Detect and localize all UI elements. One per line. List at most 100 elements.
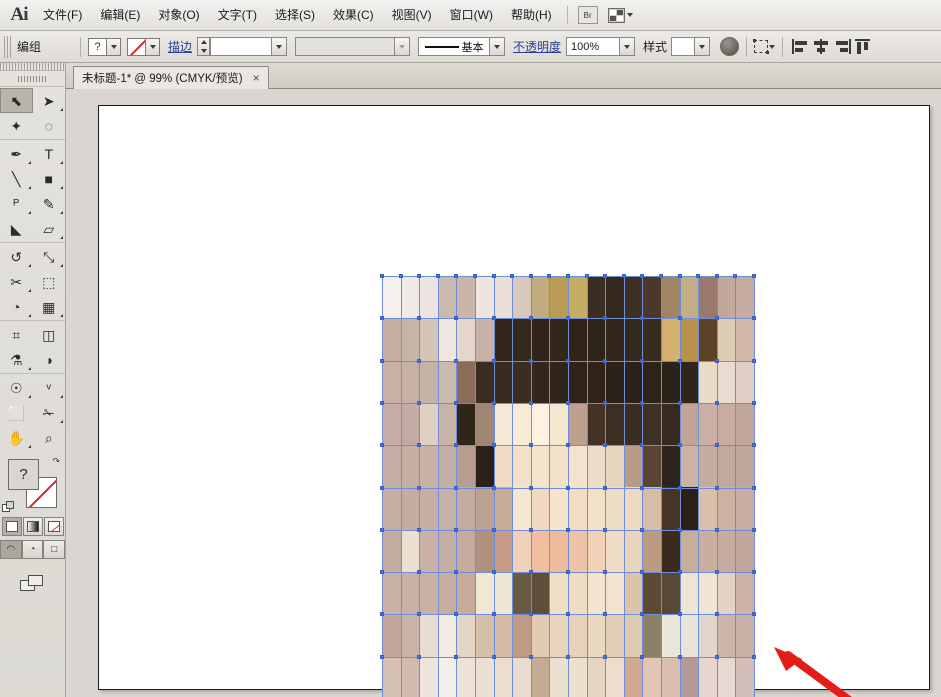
mosaic-cell[interactable] bbox=[660, 656, 680, 697]
mosaic-cell[interactable] bbox=[660, 572, 680, 615]
mosaic-cell[interactable] bbox=[586, 487, 606, 530]
mosaic-cell[interactable] bbox=[716, 487, 736, 530]
mosaic-cell[interactable] bbox=[716, 656, 736, 697]
fill-color-box[interactable]: ? bbox=[8, 459, 39, 490]
mosaic-cell[interactable] bbox=[512, 487, 531, 530]
none-button[interactable] bbox=[43, 517, 64, 536]
normal-screen-mode-button[interactable]: ◠ bbox=[0, 540, 22, 559]
mosaic-cell[interactable] bbox=[400, 360, 420, 403]
mosaic-cell[interactable] bbox=[642, 487, 661, 530]
mosaic-cell[interactable] bbox=[419, 614, 438, 657]
mosaic-cell[interactable] bbox=[437, 402, 457, 446]
mosaic-cell[interactable] bbox=[660, 487, 680, 530]
menu-help[interactable]: 帮助(H) bbox=[502, 5, 561, 26]
mosaic-cell[interactable] bbox=[679, 487, 699, 530]
gradient-tool[interactable]: ◫ bbox=[33, 322, 66, 347]
mosaic-cell[interactable] bbox=[456, 614, 475, 657]
eraser-tool[interactable]: ▱ bbox=[33, 216, 66, 241]
mosaic-cell[interactable] bbox=[642, 360, 661, 403]
align-left-button[interactable] bbox=[790, 37, 811, 57]
menu-object[interactable]: 对象(O) bbox=[149, 5, 208, 26]
mosaic-cell[interactable] bbox=[400, 487, 420, 530]
mosaic-cell[interactable] bbox=[437, 360, 457, 403]
brush-definition-dropdown[interactable] bbox=[490, 37, 506, 56]
mosaic-cell[interactable] bbox=[456, 276, 475, 319]
mosaic-cell[interactable] bbox=[623, 572, 643, 615]
mosaic-cell[interactable] bbox=[698, 360, 717, 403]
mosaic-cell[interactable] bbox=[660, 318, 680, 361]
tools-panel-handle[interactable] bbox=[0, 71, 65, 86]
mosaic-cell[interactable] bbox=[400, 276, 420, 319]
mosaic-cell[interactable] bbox=[642, 614, 661, 657]
close-icon[interactable]: × bbox=[253, 71, 260, 85]
mosaic-cell[interactable] bbox=[474, 487, 494, 530]
mosaic-cell[interactable] bbox=[400, 318, 420, 361]
mosaic-cell[interactable] bbox=[716, 360, 736, 403]
mosaic-cell[interactable] bbox=[735, 572, 754, 615]
mosaic-cell[interactable] bbox=[735, 402, 754, 446]
fill-swatch[interactable]: ? bbox=[88, 37, 107, 56]
style-swatch[interactable] bbox=[671, 37, 696, 56]
mosaic-cell[interactable] bbox=[586, 276, 606, 319]
mosaic-cell[interactable] bbox=[493, 402, 513, 446]
mosaic-cell[interactable] bbox=[735, 656, 754, 697]
mosaic-cell[interactable] bbox=[567, 487, 587, 530]
mosaic-cell[interactable] bbox=[493, 360, 513, 403]
mosaic-cell[interactable] bbox=[735, 276, 754, 319]
mosaic-cell[interactable] bbox=[512, 572, 531, 615]
mosaic-cell[interactable] bbox=[698, 276, 717, 319]
document-tab[interactable]: 未标题-1* @ 99% (CMYK/预览) × bbox=[73, 66, 269, 89]
mosaic-cell[interactable] bbox=[623, 529, 643, 573]
mosaic-cell[interactable] bbox=[549, 360, 568, 403]
mosaic-artwork[interactable] bbox=[382, 276, 754, 697]
mosaic-cell[interactable] bbox=[605, 487, 624, 530]
perspective-grid-tool[interactable]: ▦ bbox=[33, 294, 66, 319]
mosaic-cell[interactable] bbox=[419, 656, 438, 697]
variable-width-profile[interactable] bbox=[295, 37, 396, 56]
mosaic-cell[interactable] bbox=[698, 318, 717, 361]
mosaic-cell[interactable] bbox=[567, 445, 587, 488]
mosaic-cell[interactable] bbox=[493, 276, 513, 319]
mosaic-cell[interactable] bbox=[474, 614, 494, 657]
mosaic-cell[interactable] bbox=[474, 529, 494, 573]
mosaic-cell[interactable] bbox=[605, 656, 624, 697]
mosaic-cell[interactable] bbox=[586, 360, 606, 403]
mosaic-cell[interactable] bbox=[530, 656, 550, 697]
mosaic-cell[interactable] bbox=[382, 445, 401, 488]
full-screen-mode-button[interactable]: □ bbox=[43, 540, 66, 559]
mosaic-cell[interactable] bbox=[679, 572, 699, 615]
mosaic-cell[interactable] bbox=[400, 614, 420, 657]
menu-effect[interactable]: 效果(C) bbox=[324, 5, 383, 26]
rotate-tool[interactable]: ↺ bbox=[0, 244, 33, 269]
mosaic-cell[interactable] bbox=[605, 360, 624, 403]
shape-builder-tool[interactable]: ◔ bbox=[0, 294, 33, 319]
menu-select[interactable]: 选择(S) bbox=[266, 5, 324, 26]
mosaic-cell[interactable] bbox=[549, 487, 568, 530]
mosaic-cell[interactable] bbox=[530, 529, 550, 573]
mosaic-cell[interactable] bbox=[605, 529, 624, 573]
style-dropdown[interactable] bbox=[695, 37, 711, 56]
mosaic-cell[interactable] bbox=[456, 656, 475, 697]
mosaic-cell[interactable] bbox=[605, 614, 624, 657]
mosaic-cell[interactable] bbox=[512, 318, 531, 361]
mosaic-cell[interactable] bbox=[382, 402, 401, 446]
mosaic-cell[interactable] bbox=[512, 529, 531, 573]
mosaic-cell[interactable] bbox=[419, 445, 438, 488]
mosaic-cell[interactable] bbox=[586, 572, 606, 615]
mosaic-cell[interactable] bbox=[474, 402, 494, 446]
mosaic-cell[interactable] bbox=[512, 656, 531, 697]
mosaic-cell[interactable] bbox=[642, 572, 661, 615]
mosaic-cell[interactable] bbox=[530, 614, 550, 657]
mosaic-cell[interactable] bbox=[698, 402, 717, 446]
mosaic-cell[interactable] bbox=[679, 614, 699, 657]
stroke-weight-stepper[interactable] bbox=[197, 37, 211, 56]
mosaic-cell[interactable] bbox=[456, 402, 475, 446]
mosaic-cell[interactable] bbox=[400, 656, 420, 697]
mosaic-cell[interactable] bbox=[698, 487, 717, 530]
rectangle-tool[interactable]: ■ bbox=[33, 166, 66, 191]
stroke-weight-input[interactable] bbox=[210, 37, 273, 56]
mosaic-cell[interactable] bbox=[586, 656, 606, 697]
canvas-area[interactable] bbox=[66, 89, 941, 697]
stroke-weight-dropdown[interactable] bbox=[272, 37, 288, 56]
mosaic-cell[interactable] bbox=[605, 318, 624, 361]
